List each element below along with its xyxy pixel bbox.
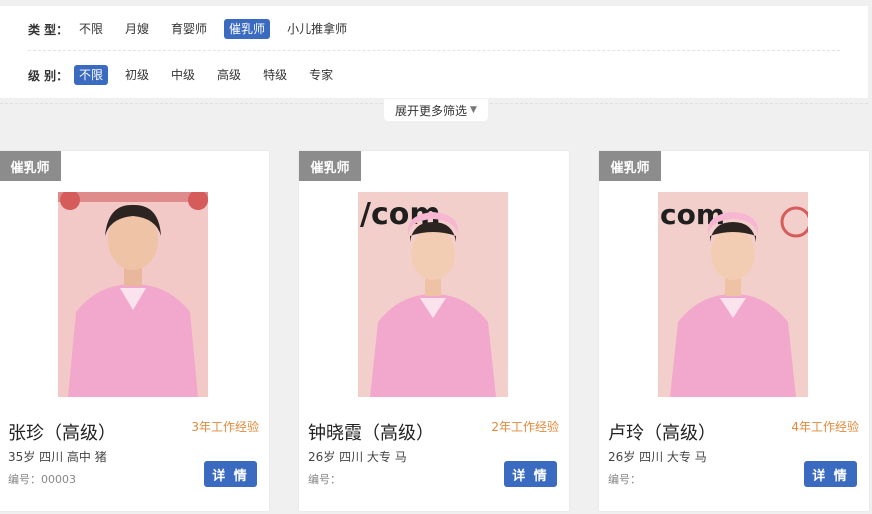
- caregiver-photo: [58, 192, 208, 397]
- filter-divider: [28, 50, 840, 51]
- filter-panel: 类 型： 不限 月嫂 育婴师 催乳师 小儿推拿师 级 别： 不限 初级 中级 高…: [0, 6, 868, 104]
- type-filter-row: 类 型： 不限 月嫂 育婴师 催乳师 小儿推拿师: [28, 18, 364, 40]
- type-option-pediatric-massage[interactable]: 小儿推拿师: [282, 19, 352, 39]
- detail-button[interactable]: 详 情: [804, 461, 857, 487]
- caregiver-name: 钟晓霞（高级）: [308, 423, 434, 444]
- type-option-lactation[interactable]: 催乳师: [224, 19, 271, 39]
- caregiver-id: 编号：: [608, 473, 641, 486]
- caregiver-name: 卢玲（高级）: [608, 423, 716, 444]
- expand-filters-button[interactable]: 展开更多筛选 ▼: [384, 99, 488, 121]
- detail-button[interactable]: 详 情: [504, 461, 557, 487]
- role-badge: 催乳师: [0, 151, 61, 181]
- level-option-senior[interactable]: 高级: [212, 65, 246, 85]
- caregiver-meta: 26岁 四川 大专 马: [608, 450, 707, 464]
- type-option-unlimited[interactable]: 不限: [74, 19, 108, 39]
- caregiver-card[interactable]: 催乳师 /com 钟晓霞（高级） 2年工作经验 26岁 四川 大专 马 编号： …: [299, 151, 569, 511]
- caregiver-meta: 26岁 四川 大专 马: [308, 450, 407, 464]
- caregiver-card[interactable]: 催乳师 张珍（高级） 3年工作经验 35岁 四川 高中 猪 编号：00003 详…: [0, 151, 269, 511]
- caregiver-card[interactable]: 催乳师 com 卢玲（高级） 4年工作经验 26岁 四川 大专 马 编号： 详 …: [599, 151, 869, 511]
- expand-filters-label: 展开更多筛选: [395, 103, 468, 118]
- type-filter-label: 类 型：: [28, 22, 69, 37]
- level-option-expert[interactable]: 专家: [304, 65, 338, 85]
- caregiver-photo: /com: [358, 192, 508, 397]
- caregiver-id: 编号：00003: [8, 473, 76, 486]
- person-portrait-icon: [58, 192, 208, 397]
- level-filter-row: 级 别： 不限 初级 中级 高级 特级 专家: [28, 64, 350, 86]
- caregiver-photo: com: [658, 192, 808, 397]
- level-option-premium[interactable]: 特级: [258, 65, 292, 85]
- caret-down-icon: ▼: [470, 105, 477, 115]
- caregiver-name: 张珍（高级）: [8, 423, 116, 444]
- type-option-nanny[interactable]: 育婴师: [166, 19, 212, 39]
- detail-button[interactable]: 详 情: [204, 461, 257, 487]
- experience-label: 3年工作经验: [191, 420, 259, 434]
- experience-label: 4年工作经验: [791, 420, 859, 434]
- caregiver-id: 编号：: [308, 473, 341, 486]
- level-option-junior[interactable]: 初级: [120, 65, 154, 85]
- role-badge: 催乳师: [599, 151, 661, 181]
- person-portrait-icon: /com: [358, 192, 508, 397]
- level-option-unlimited[interactable]: 不限: [74, 65, 109, 85]
- role-badge: 催乳师: [299, 151, 361, 181]
- photo-backdrop-logo: com: [660, 198, 725, 231]
- level-filter-label: 级 别：: [28, 68, 69, 83]
- experience-label: 2年工作经验: [491, 420, 559, 434]
- person-portrait-icon: com: [658, 192, 808, 397]
- type-option-maternity-matron[interactable]: 月嫂: [120, 19, 154, 39]
- caregiver-meta: 35岁 四川 高中 猪: [8, 450, 107, 464]
- level-option-intermediate[interactable]: 中级: [166, 65, 200, 85]
